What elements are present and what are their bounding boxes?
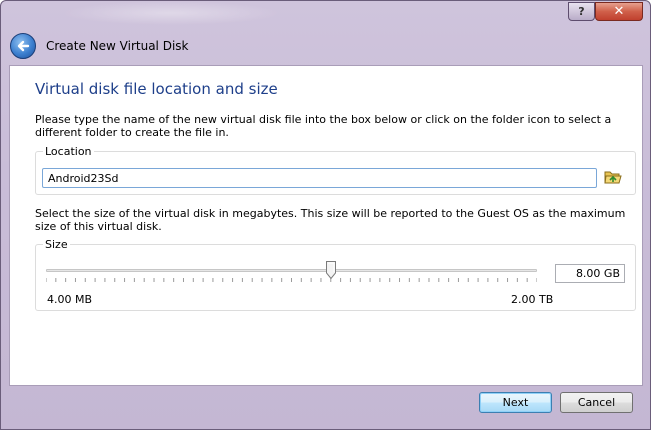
- location-input[interactable]: [42, 168, 597, 188]
- help-button[interactable]: ?: [568, 2, 595, 21]
- size-max-label: 2.00 TB: [511, 293, 554, 306]
- location-description: Please type the name of the new virtual …: [35, 113, 612, 139]
- back-arrow-icon: [17, 40, 30, 52]
- close-icon: ✕: [613, 4, 625, 19]
- wizard-header: Create New Virtual Disk: [1, 31, 650, 63]
- close-button[interactable]: ✕: [595, 2, 643, 21]
- location-group-label: Location: [43, 145, 94, 158]
- page-title: Virtual disk file location and size: [35, 80, 278, 98]
- title-bar: ? ✕: [1, 1, 650, 31]
- back-button[interactable]: [10, 33, 36, 59]
- size-slider-thumb[interactable]: [325, 261, 336, 279]
- size-description: Select the size of the virtual disk in m…: [35, 207, 626, 233]
- size-input[interactable]: [555, 264, 625, 283]
- dialog-window: ? ✕ Create New Virtual Disk Virtual disk…: [0, 0, 651, 430]
- location-group: Location: [35, 145, 636, 195]
- folder-open-icon[interactable]: [604, 169, 622, 185]
- cancel-button[interactable]: Cancel: [560, 392, 633, 413]
- size-slider-ticks: [46, 278, 537, 282]
- help-icon: ?: [578, 5, 585, 18]
- wizard-page: Virtual disk file location and size Plea…: [9, 65, 643, 386]
- dialog-title: Create New Virtual Disk: [46, 39, 189, 53]
- size-group: Size 4.00 MB 2.00 TB: [35, 238, 636, 311]
- size-group-label: Size: [43, 238, 70, 251]
- size-slider-track[interactable]: [46, 269, 537, 272]
- next-button[interactable]: Next: [479, 392, 552, 413]
- size-min-label: 4.00 MB: [47, 293, 93, 306]
